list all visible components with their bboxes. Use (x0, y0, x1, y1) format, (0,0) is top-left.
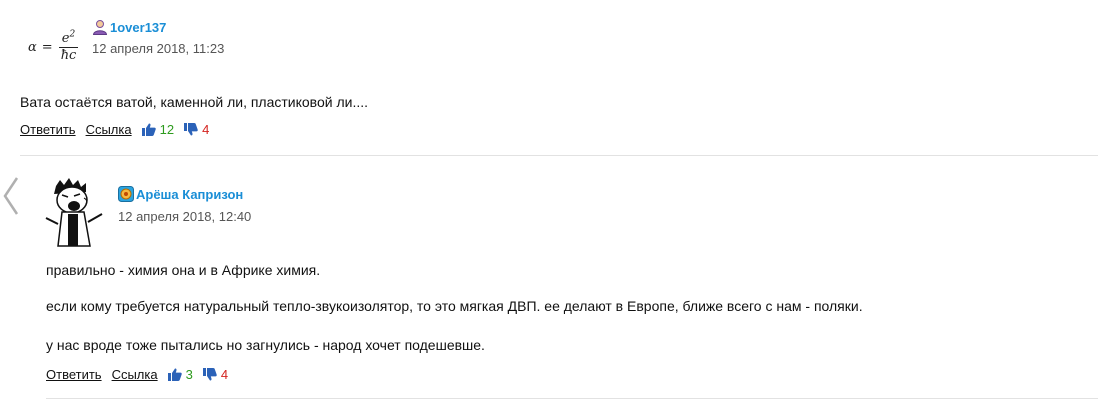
avatar (44, 178, 106, 253)
avatar-formula: α = e2 ħc (28, 29, 80, 63)
comment-paragraph: у нас вроде тоже пытались но загнулись -… (46, 337, 485, 353)
comment-actions: Ответить Ссылка 12 4 (20, 122, 219, 137)
person-icon (92, 19, 108, 35)
comment-actions: Ответить Ссылка 3 4 (46, 367, 238, 382)
reply-button[interactable]: Ответить (46, 367, 102, 382)
comment-paragraph: если кому требуется натуральный тепло-зв… (46, 298, 863, 314)
dislike-button[interactable]: 4 (184, 122, 209, 137)
formula-num-sup: 2 (69, 29, 76, 40)
thumbs-up-icon (141, 123, 156, 136)
formula-lhs: α (28, 40, 37, 55)
user-line: Арёша Капризон (118, 186, 243, 202)
user-line: 1over137 (92, 19, 166, 35)
like-button[interactable]: 12 (141, 122, 175, 137)
divider (20, 155, 1098, 156)
crying-boy-avatar (45, 178, 103, 247)
like-button[interactable]: 3 (167, 367, 193, 382)
likes-count: 12 (159, 122, 175, 137)
formula-numerator: e2 (58, 29, 79, 48)
comment-paragraph: правильно - химия она и в Африке химия. (46, 262, 321, 278)
divider (46, 398, 1098, 399)
thumbs-down-icon (202, 368, 217, 381)
thumbs-up-icon (167, 368, 182, 381)
username[interactable]: Арёша Капризон (136, 187, 243, 202)
formula-equals: = (41, 40, 53, 55)
comment-text: Вата остаётся ватой, каменной ли, пласти… (20, 94, 369, 110)
link-button[interactable]: Ссылка (86, 122, 132, 137)
formula-num-base: e (61, 31, 70, 46)
link-button[interactable]: Ссылка (112, 367, 158, 382)
formula-denominator: ħc (60, 48, 77, 63)
comment-date: 12 апреля 2018, 12:40 (118, 209, 252, 224)
thumbs-down-icon (184, 123, 198, 136)
dislikes-count: 4 (202, 122, 210, 137)
reply-button[interactable]: Ответить (20, 122, 76, 137)
dislikes-count: 4 (220, 367, 229, 382)
badge-icon (118, 186, 134, 202)
likes-count: 3 (185, 367, 193, 382)
formula-fraction: e2 ħc (58, 29, 80, 63)
dislike-button[interactable]: 4 (202, 367, 229, 382)
comment-date: 12 апреля 2018, 11:23 (92, 41, 225, 56)
chevron-left-icon[interactable] (2, 176, 20, 221)
username[interactable]: 1over137 (110, 20, 166, 35)
